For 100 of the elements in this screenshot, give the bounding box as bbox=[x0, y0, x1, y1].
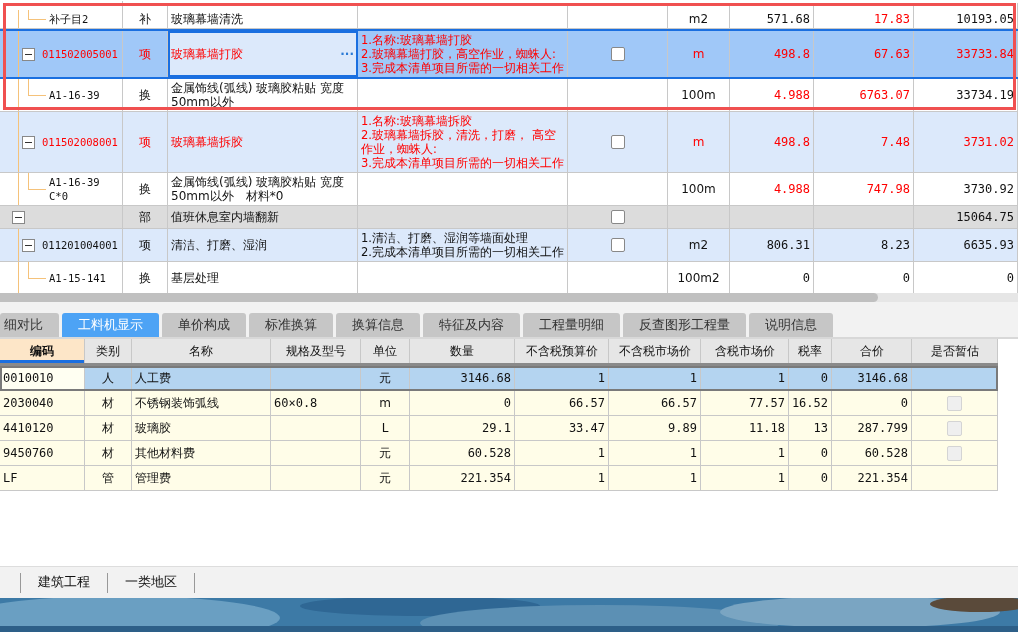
tab[interactable]: 标准换算 bbox=[249, 313, 333, 337]
table-cell: 1 bbox=[609, 441, 701, 465]
item-code: 011201004001 bbox=[42, 238, 118, 253]
table-row[interactable]: 9450760 材 其他材料费 元 60.528 1 1 1 0 60.528 bbox=[0, 441, 998, 466]
table-row[interactable]: 补子目2 补 玻璃幕墙清洗 m2 571.68 17.83 10193.05 bbox=[0, 0, 1018, 29]
checkbox[interactable] bbox=[610, 47, 625, 61]
table-cell: 1 bbox=[701, 441, 789, 465]
table-cell: 16.52 bbox=[789, 391, 832, 415]
item-code: 011502008001 bbox=[42, 135, 118, 150]
table-cell: 11.18 bbox=[701, 416, 789, 440]
tab[interactable]: 细对比 bbox=[0, 313, 59, 337]
table-cell: 60.528 bbox=[832, 441, 912, 465]
table-cell: 29.1 bbox=[410, 416, 515, 440]
table-cell: L bbox=[361, 416, 410, 440]
column-header[interactable]: 单位 bbox=[361, 339, 410, 363]
name-cell[interactable]: 玻璃幕墙打胶 ··· bbox=[168, 31, 358, 77]
table-cell: 3146.68 bbox=[410, 366, 515, 390]
table-cell: 玻璃胶 bbox=[132, 416, 271, 440]
table-cell: 0 bbox=[789, 466, 832, 490]
checkbox[interactable] bbox=[610, 210, 625, 224]
table-cell: 13 bbox=[789, 416, 832, 440]
table-row[interactable]: 2030040 材 不锈钢装饰弧线 60×0.8 m 0 66.57 66.57 77.57 16.52 0 bbox=[0, 391, 998, 416]
collapse-icon[interactable] bbox=[22, 47, 35, 61]
tab[interactable]: 特征及内容 bbox=[423, 313, 520, 337]
collapse-icon[interactable] bbox=[12, 210, 25, 224]
item-code: 011502005001 bbox=[42, 47, 118, 62]
table-cell: 值班休息室内墙翻新 bbox=[168, 206, 358, 228]
table-cell: 17.83 bbox=[814, 3, 914, 28]
table-cell: m2 bbox=[668, 3, 730, 28]
status-text: 一类地区 bbox=[107, 572, 194, 593]
tab[interactable]: 单价构成 bbox=[162, 313, 246, 337]
table-cell: 571.68 bbox=[730, 3, 814, 28]
table-cell: 4.988 bbox=[730, 79, 814, 111]
table-cell: 9450760 bbox=[0, 441, 85, 465]
table-cell: m bbox=[668, 31, 730, 77]
column-header[interactable]: 编码 bbox=[0, 339, 85, 363]
table-cell: 1 bbox=[701, 466, 789, 490]
table-cell: m bbox=[361, 391, 410, 415]
column-header[interactable]: 类别 bbox=[85, 339, 132, 363]
table-cell: 1 bbox=[609, 466, 701, 490]
table-row[interactable]: 011502005001 项 玻璃幕墙打胶 ··· 1.名称:玻璃幕墙打胶 2.玻璃幕墙打胶，高空作业，蜘蛛人: 3.完成本清单项目所需的一切相关工作 m 498.8 67.63 33733.84 bbox=[0, 29, 1018, 79]
column-header[interactable]: 税率 bbox=[789, 339, 832, 363]
table-cell: 4.988 bbox=[730, 173, 814, 205]
table-cell: 材 bbox=[85, 416, 132, 440]
tab[interactable]: 说明信息 bbox=[749, 313, 833, 337]
table-cell: 2030040 bbox=[0, 391, 85, 415]
table-cell: 管 bbox=[85, 466, 132, 490]
column-header[interactable]: 不含税预算价 bbox=[515, 339, 609, 363]
feature-line: 1.清洁、打磨、湿润等墙面处理 bbox=[361, 231, 528, 245]
table-cell: 67.63 bbox=[814, 31, 914, 77]
checkbox[interactable] bbox=[610, 238, 625, 252]
feature-line: 3.完成本清单项目所需的一切相关工作 bbox=[361, 156, 564, 170]
table-cell: 7.48 bbox=[814, 112, 914, 172]
column-header[interactable]: 是否暂估 bbox=[912, 339, 998, 363]
table-cell: 3146.68 bbox=[832, 366, 912, 390]
feature-line: 1.名称:玻璃幕墙打胶 bbox=[361, 33, 472, 47]
checkbox[interactable] bbox=[610, 135, 625, 149]
collapse-icon[interactable] bbox=[22, 238, 35, 252]
item-code: 补子目2 bbox=[49, 12, 89, 27]
table-cell: 9.89 bbox=[609, 416, 701, 440]
table-row[interactable]: 部 值班休息室内墙翻新 15064.75 bbox=[0, 206, 1018, 229]
tab[interactable]: 换算信息 bbox=[336, 313, 420, 337]
collapse-icon[interactable] bbox=[22, 135, 35, 149]
column-header[interactable]: 规格及型号 bbox=[271, 339, 361, 363]
column-header[interactable]: 不含税市场价 bbox=[609, 339, 701, 363]
table-row[interactable]: A1-16-39 C*0 换 金属饰线(弧线) 玻璃胶粘贴 宽度50mm以外 材料*0 100m 4.988 747.98 3730.92 bbox=[0, 173, 1018, 206]
column-header[interactable]: 含税市场价 bbox=[701, 339, 789, 363]
item-code: A1-16-39 bbox=[49, 88, 100, 103]
feature-line: 2.玻璃幕墙拆胶，清洗，打磨， 高空作业，蜘蛛人: bbox=[361, 128, 557, 156]
table-cell: LF bbox=[0, 466, 85, 490]
table-cell: 金属饰线(弧线) 玻璃胶粘贴 宽度50mm以外 材料*0 bbox=[168, 173, 358, 205]
table-cell: 0 bbox=[832, 391, 912, 415]
table-row[interactable]: LF 管 管理费 元 221.354 1 1 1 0 221.354 bbox=[0, 466, 998, 491]
column-header[interactable]: 合价 bbox=[832, 339, 912, 363]
tab[interactable]: 工程量明细 bbox=[523, 313, 620, 337]
table-cell: 1 bbox=[515, 441, 609, 465]
table-cell: 100m bbox=[668, 79, 730, 111]
feature-line: 2.玻璃幕墙打胶，高空作业，蜘蛛人: bbox=[361, 47, 556, 61]
column-header[interactable]: 数量 bbox=[410, 339, 515, 363]
table-row[interactable]: 0010010 人 人工费 元 3146.68 1 1 1 0 3146.68 bbox=[0, 366, 998, 391]
table-cell: 补 bbox=[123, 3, 168, 28]
table-cell: 221.354 bbox=[410, 466, 515, 490]
table-cell: 管理费 bbox=[132, 466, 271, 490]
table-cell: 8.23 bbox=[814, 229, 914, 261]
table-cell: 6635.93 bbox=[914, 229, 1018, 261]
column-header[interactable]: 名称 bbox=[132, 339, 271, 363]
table-cell: 材 bbox=[85, 441, 132, 465]
more-button[interactable]: ··· bbox=[340, 48, 354, 60]
table-cell: 221.354 bbox=[832, 466, 912, 490]
table-cell: 287.799 bbox=[832, 416, 912, 440]
tab[interactable]: 反查图形工程量 bbox=[623, 313, 746, 337]
table-row[interactable]: 4410120 材 玻璃胶 L 29.1 33.47 9.89 11.18 13 287.799 bbox=[0, 416, 998, 441]
item-code: A1-16-39 C*0 bbox=[49, 175, 101, 204]
table-cell: 部 bbox=[123, 206, 168, 228]
table-cell: 人工费 bbox=[132, 366, 271, 390]
table-row[interactable]: 011201004001 项 清洁、打磨、湿润 1.清洁、打磨、湿润等墙面处理 2.完成本清单项目所需的一切相关工作 m2 806.31 8.23 6635.93 bbox=[0, 229, 1018, 262]
table-cell: 1 bbox=[609, 366, 701, 390]
status-text: 建筑工程 bbox=[20, 572, 107, 593]
table-cell: 清洁、打磨、湿润 bbox=[168, 229, 358, 261]
table-cell: 项 bbox=[123, 112, 168, 172]
